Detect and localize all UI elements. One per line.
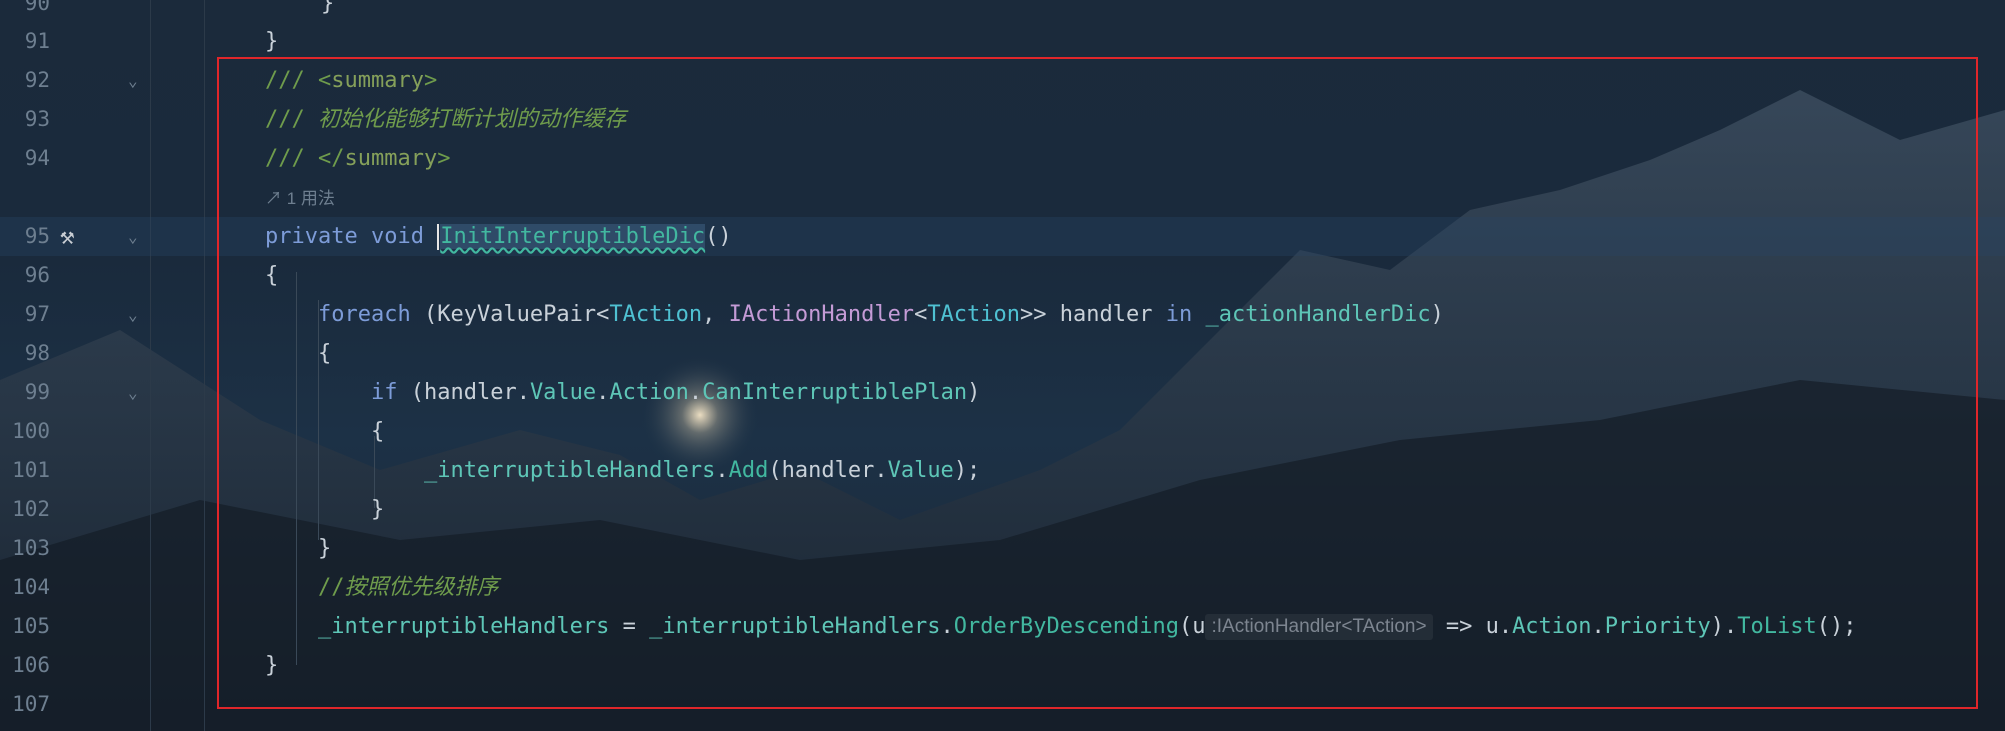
line-number[interactable]: 97 [0,295,50,334]
line-number[interactable]: 90 [0,0,50,23]
chevron-down-icon[interactable]: ⌄ [128,373,138,412]
code-text[interactable]: } [265,0,334,23]
chevron-down-icon[interactable]: ⌄ [128,217,138,256]
line-number[interactable]: 105 [0,607,50,646]
line-number[interactable]: 104 [0,568,50,607]
line-number[interactable]: 94 [0,139,50,178]
line-number[interactable]: 107 [0,685,50,724]
line-number[interactable]: 101 [0,451,50,490]
code-line[interactable]: 90 } [0,0,2005,23]
highlight-annotation-box [217,57,1978,709]
line-number[interactable]: 102 [0,490,50,529]
chevron-down-icon[interactable]: ⌄ [128,295,138,334]
line-number[interactable]: 98 [0,334,50,373]
line-number[interactable]: 92 [0,61,50,100]
line-number[interactable]: 95 [0,217,50,256]
line-number[interactable]: 99 [0,373,50,412]
hammer-icon[interactable]: ⚒ [60,217,74,256]
line-number[interactable]: 93 [0,100,50,139]
line-number[interactable]: 91 [0,22,50,61]
line-number[interactable]: 100 [0,412,50,451]
chevron-down-icon[interactable]: ⌄ [128,61,138,100]
code-text[interactable]: } [265,22,278,61]
line-number[interactable]: 106 [0,646,50,685]
code-line[interactable]: 91 } [0,22,2005,61]
line-number[interactable]: 103 [0,529,50,568]
line-number[interactable]: 96 [0,256,50,295]
